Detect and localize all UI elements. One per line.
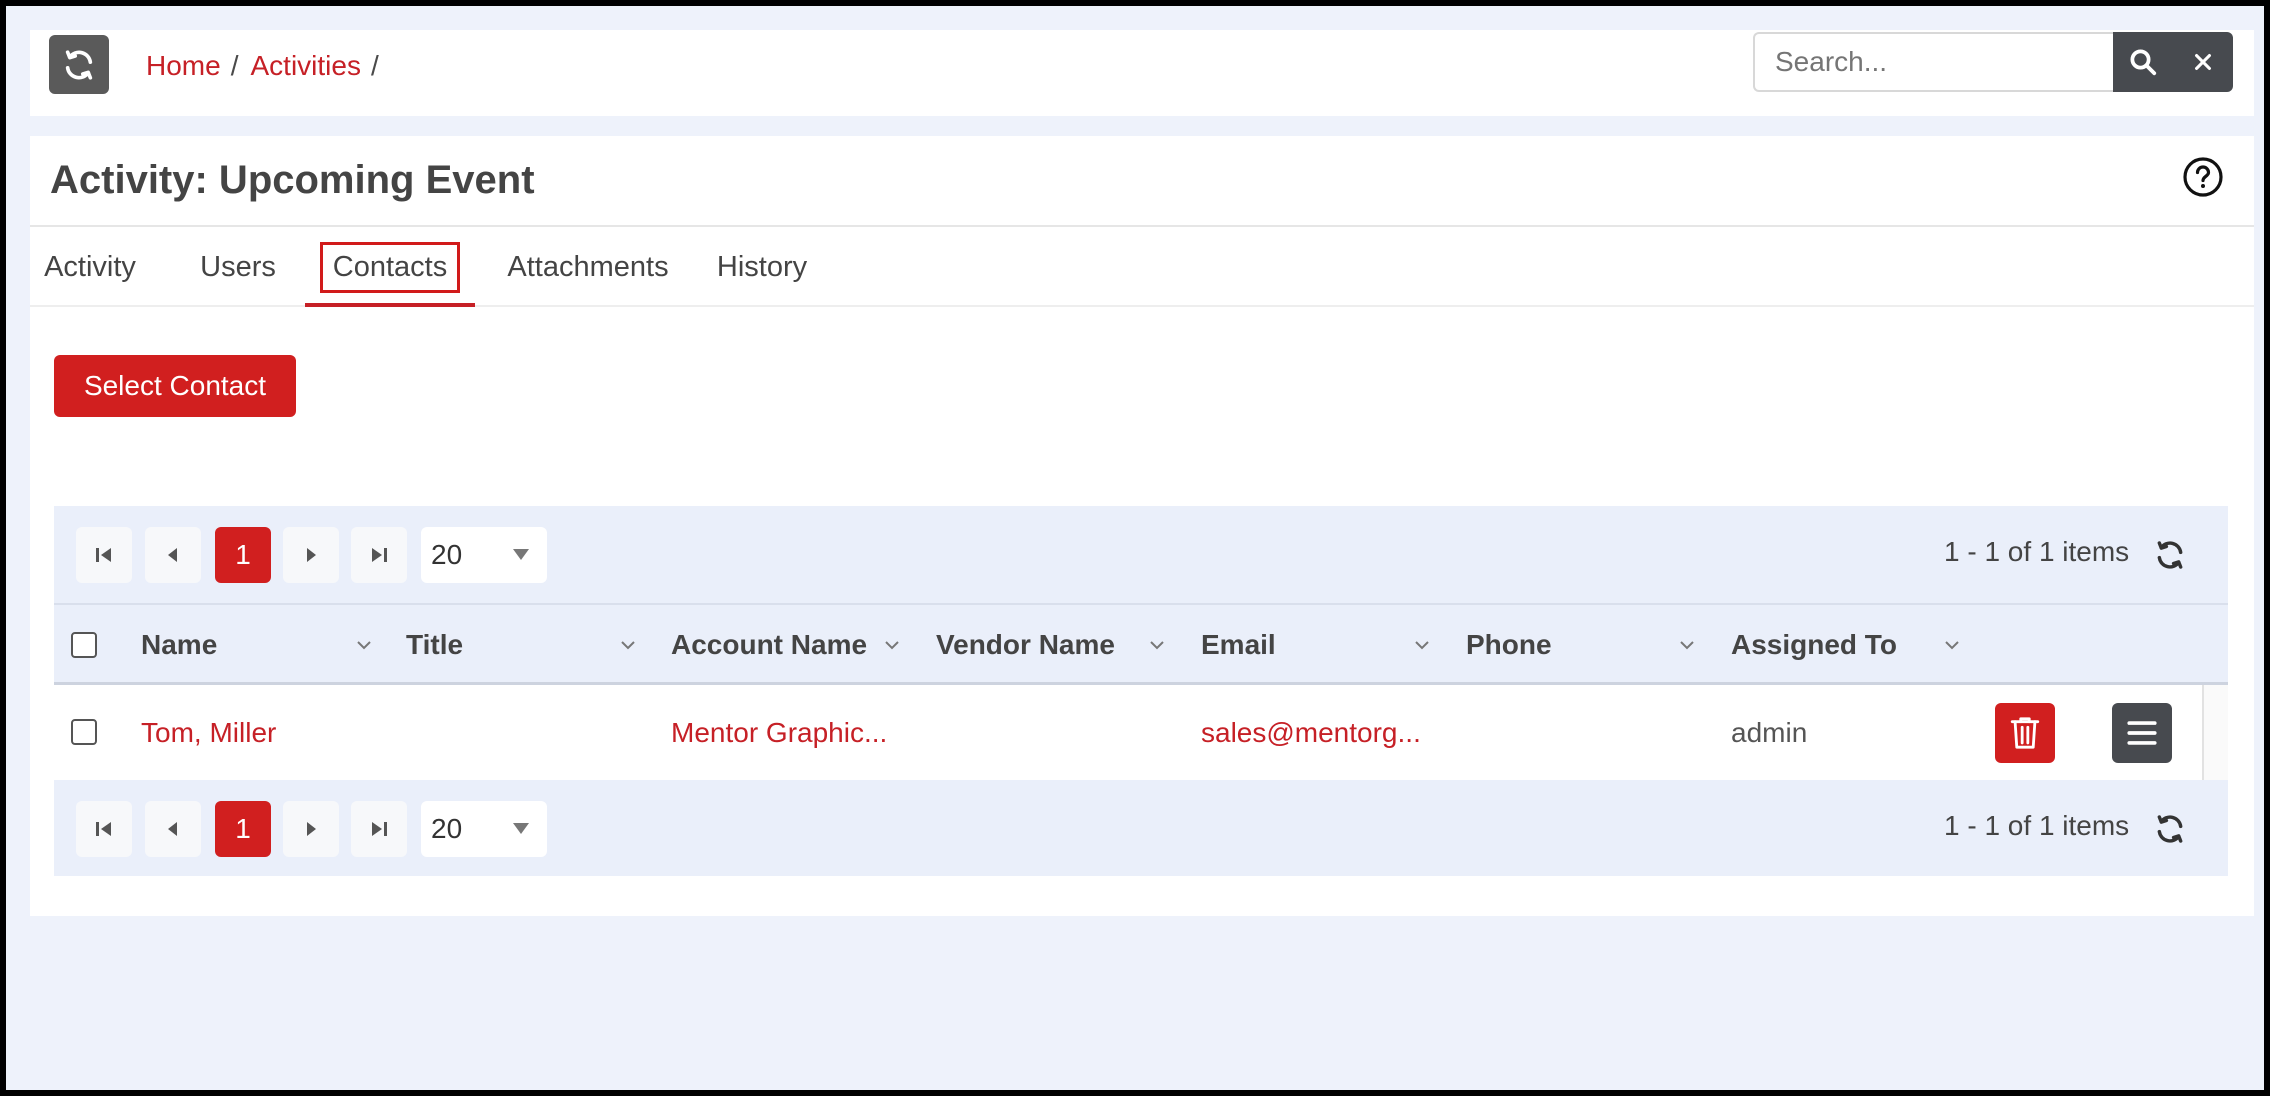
column-header-phone[interactable]: Phone (1466, 605, 1552, 685)
column-header-account-name[interactable]: Account Name (671, 605, 867, 685)
close-icon (2195, 54, 2211, 70)
refresh-icon[interactable] (2154, 539, 2186, 571)
last-page-icon (372, 822, 387, 836)
breadcrumb-separator: / (230, 50, 239, 81)
search-input[interactable] (1753, 32, 2113, 92)
row-scroll-gutter (2202, 685, 2228, 780)
select-all-checkbox[interactable] (71, 632, 97, 658)
contacts-grid: 1 20 1 - 1 of 1 items Name Title Account… (54, 506, 2228, 876)
pager-info: 1 - 1 of 1 items (1944, 536, 2130, 567)
last-page-icon (372, 548, 387, 562)
column-header-assigned-to[interactable]: Assigned To (1731, 605, 1897, 685)
page-size-select[interactable]: 20 (421, 801, 547, 857)
chevron-down-icon[interactable] (354, 635, 374, 655)
row-menu-button[interactable] (2112, 703, 2172, 763)
chevron-down-icon[interactable] (882, 635, 902, 655)
select-contact-button[interactable]: Select Contact (54, 355, 296, 417)
pager-bottom: 1 20 1 - 1 of 1 items (54, 780, 2228, 877)
search-icon (2130, 49, 2157, 76)
first-page-icon (96, 822, 111, 836)
chevron-down-icon[interactable] (618, 635, 638, 655)
tab-attachments[interactable]: Attachments (498, 227, 678, 307)
page-size-select[interactable]: 20 (421, 527, 547, 583)
last-page-button[interactable] (351, 801, 407, 857)
tab-label: Attachments (507, 250, 669, 283)
contact-name-link[interactable]: Tom, Miller (141, 685, 276, 780)
tab-label: History (716, 250, 808, 283)
tab-label: Activity (44, 250, 136, 283)
tab-history[interactable]: History (710, 227, 814, 307)
chevron-down-icon[interactable] (1412, 635, 1432, 655)
page-title: Activity: Upcoming Event (50, 158, 535, 202)
page-number-button[interactable]: 1 (215, 527, 271, 583)
breadcrumb-activities[interactable]: Activities (250, 50, 360, 82)
column-header-name[interactable]: Name (141, 605, 217, 685)
prev-page-icon (168, 548, 177, 562)
tab-bar: Activity Users Contacts Attachments Hist… (30, 225, 2254, 307)
first-page-icon (96, 548, 111, 562)
tab-users[interactable]: Users (190, 227, 286, 307)
email-link[interactable]: sales@mentorg... (1201, 685, 1421, 780)
prev-page-button[interactable] (145, 801, 201, 857)
breadcrumb-separator: / (370, 50, 379, 81)
tab-contacts[interactable]: Contacts (305, 227, 475, 307)
column-header-title[interactable]: Title (406, 605, 463, 685)
breadcrumb: Home / Activities / (146, 50, 391, 82)
first-page-button[interactable] (76, 801, 132, 857)
account-name-link[interactable]: Mentor Graphic... (671, 685, 887, 780)
last-page-button[interactable] (351, 527, 407, 583)
reload-button[interactable] (49, 35, 109, 94)
next-page-button[interactable] (283, 527, 339, 583)
next-page-button[interactable] (283, 801, 339, 857)
clear-search-button[interactable] (2173, 32, 2233, 92)
tab-activity[interactable]: Activity (40, 227, 140, 307)
next-page-icon (307, 548, 316, 562)
main-panel: Activity: Upcoming Event Activity Users … (30, 136, 2254, 916)
chevron-down-icon[interactable] (1677, 635, 1697, 655)
search-bar (1753, 32, 2233, 92)
breadcrumb-home[interactable]: Home (146, 50, 221, 82)
pager-info: 1 - 1 of 1 items (1944, 810, 2130, 841)
delete-button[interactable] (1995, 703, 2055, 763)
caret-down-icon (513, 549, 529, 560)
page-size-value: 20 (431, 539, 463, 570)
tab-label: Contacts (319, 241, 461, 293)
refresh-icon (65, 49, 93, 80)
page-number-button[interactable]: 1 (215, 801, 271, 857)
refresh-icon[interactable] (2154, 813, 2186, 845)
tab-label: Users (200, 250, 276, 283)
column-header-vendor-name[interactable]: Vendor Name (936, 605, 1115, 685)
table-row: Tom, Miller Mentor Graphic... sales@ment… (54, 685, 2228, 780)
assigned-to-cell: admin (1731, 716, 1808, 748)
chevron-down-icon[interactable] (1942, 635, 1962, 655)
search-button[interactable] (2113, 32, 2173, 92)
prev-page-button[interactable] (145, 527, 201, 583)
page-size-value: 20 (431, 813, 463, 844)
first-page-button[interactable] (76, 527, 132, 583)
caret-down-icon (513, 823, 529, 834)
row-checkbox[interactable] (71, 719, 97, 745)
next-page-icon (307, 822, 316, 836)
pager-top: 1 20 1 - 1 of 1 items (54, 506, 2228, 603)
top-bar: Home / Activities / (30, 30, 2254, 116)
column-header-email[interactable]: Email (1201, 605, 1276, 685)
grid-header: Name Title Account Name Vendor Name Emai… (54, 603, 2228, 685)
help-icon[interactable] (2182, 156, 2224, 198)
trash-icon (2010, 717, 2040, 749)
chevron-down-icon[interactable] (1147, 635, 1167, 655)
hamburger-icon (2127, 721, 2157, 745)
app-frame: Home / Activities / Activity: Upcoming E… (6, 6, 2264, 1090)
prev-page-icon (168, 822, 177, 836)
